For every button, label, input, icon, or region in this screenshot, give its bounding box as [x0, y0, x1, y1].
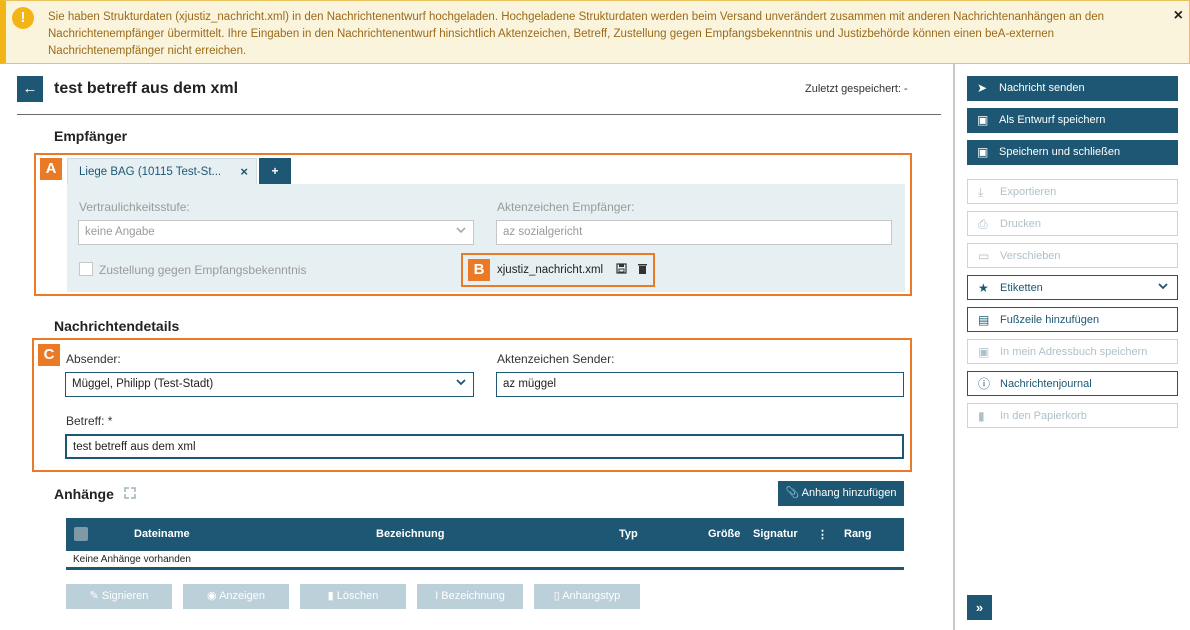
recipient-ref-label: Aktenzeichen Empfänger: [497, 200, 635, 214]
sender-ref-label: Aktenzeichen Sender: [497, 352, 615, 366]
tag-icon: ★ [978, 281, 989, 295]
last-saved-text: Zuletzt gespeichert: - [805, 83, 908, 95]
send-message-button[interactable]: ➤ Nachricht senden [967, 76, 1178, 101]
save-and-close-button[interactable]: ▣ Speichern und schließen [967, 140, 1178, 165]
callout-label-c: C [38, 344, 60, 366]
exclamation-icon: ! [12, 7, 34, 29]
column-header[interactable]: Signatur [753, 528, 798, 540]
warning-text: Sie haben Strukturdaten (xjustiz_nachric… [48, 11, 1105, 57]
page-title: test betreff aus dem xml [54, 80, 239, 97]
callout-label-a: A [40, 158, 62, 180]
attachments-heading: Anhänge [54, 486, 114, 502]
document-icon: ▤ [978, 313, 990, 327]
attachments-table-header: Dateiname Bezeichnung Typ Größe Signatur… [66, 518, 904, 551]
add-recipient-button[interactable]: + [259, 158, 291, 184]
warning-banner: ! Sie haben Strukturdaten (xjustiz_nachr… [0, 0, 1190, 64]
folder-icon: ▭ [978, 249, 990, 263]
receipt-checkbox [79, 262, 93, 276]
printer-icon: ⎙ [978, 217, 988, 231]
sender-value: Müggel, Philipp (Test-Stadt) [72, 378, 214, 390]
confidentiality-label: Vertraulichkeitsstufe: [79, 200, 190, 214]
sender-ref-value: az müggel [503, 378, 557, 390]
move-button: ▭ Verschieben [967, 243, 1178, 268]
column-menu-icon[interactable]: ⋮ [817, 528, 828, 541]
sender-ref-field[interactable]: az müggel [496, 372, 904, 397]
recipient-ref-field: az sozialgericht [496, 220, 892, 245]
back-button[interactable]: ← [17, 76, 43, 102]
floppy-disk-icon: ▣ [977, 113, 989, 127]
sender-select[interactable]: Müggel, Philipp (Test-Stadt) [65, 372, 474, 397]
confidentiality-value: keine Angabe [85, 226, 155, 238]
paperclip-icon: 📎 [785, 487, 802, 499]
add-attachment-label: Anhang hinzufügen [801, 487, 897, 499]
add-attachment-button[interactable]: 📎 Anhang hinzufügen [778, 481, 904, 506]
save-draft-button[interactable]: ▣ Als Entwurf speichern [967, 108, 1178, 133]
column-header[interactable]: Größe [708, 528, 740, 540]
subject-field[interactable]: test betreff aus dem xml [65, 434, 904, 459]
column-header[interactable]: Dateiname [134, 528, 190, 540]
callout-label-b: B [468, 259, 490, 281]
xml-file-name[interactable]: xjustiz_nachricht.xml [497, 264, 603, 276]
recipients-heading: Empfänger [54, 128, 128, 144]
title-divider [17, 114, 941, 115]
chevron-down-icon [455, 376, 467, 391]
message-journal-button[interactable]: ⓘ Nachrichtenjournal [967, 371, 1178, 396]
info-icon: ⓘ [978, 377, 991, 391]
address-book-icon: ▣ [978, 345, 990, 359]
move-to-trash-button: ▮ In den Papierkorb [967, 403, 1178, 428]
recipient-tab-label: Liege BAG (10115 Test-St... [79, 166, 222, 178]
chevron-down-icon [455, 224, 467, 239]
trash-icon[interactable] [637, 263, 648, 277]
receipt-checkbox-label: Zustellung gegen Empfangsbekenntnis [99, 263, 307, 277]
table-bottom-rule [66, 567, 904, 570]
expand-icon[interactable] [124, 487, 136, 502]
column-header[interactable]: Bezeichnung [376, 528, 444, 540]
select-all-checkbox[interactable] [74, 527, 88, 541]
save-file-icon[interactable] [616, 263, 627, 277]
empty-table-text: Keine Anhänge vorhanden [73, 554, 191, 565]
recipient-ref-placeholder: az sozialgericht [503, 226, 583, 238]
attachment-type-button: ▯ Anhangstyp [534, 584, 640, 609]
sender-label: Absender: [66, 352, 121, 366]
column-header[interactable]: Typ [619, 528, 638, 540]
delete-button: ▮ Löschen [300, 584, 406, 609]
subject-label: Betreff: * [66, 414, 113, 428]
view-button: ◉ Anzeigen [183, 584, 289, 609]
add-footer-button[interactable]: ▤ Fußzeile hinzufügen [967, 307, 1178, 332]
paper-plane-icon: ➤ [977, 81, 988, 95]
column-header[interactable]: Rang [844, 528, 872, 540]
expand-sidebar-button[interactable]: » [967, 595, 992, 620]
description-button: I Bezeichnung [417, 584, 523, 609]
trash-icon: ▮ [978, 409, 985, 423]
close-icon[interactable]: × [240, 164, 248, 179]
download-icon: ⤓ [978, 185, 984, 199]
save-close-icon: ▣ [977, 145, 989, 159]
confidentiality-select: keine Angabe [78, 220, 474, 245]
export-button: ⤓ Exportieren [967, 179, 1178, 204]
subject-value: test betreff aus dem xml [73, 441, 196, 453]
labels-dropdown[interactable]: ★ Etiketten [967, 275, 1178, 300]
print-button: ⎙ Drucken [967, 211, 1178, 236]
chevron-down-icon [1157, 276, 1169, 301]
close-icon[interactable]: × [1174, 7, 1183, 25]
sign-button: ✎ Signieren [66, 584, 172, 609]
save-to-address-book-button: ▣ In mein Adressbuch speichern [967, 339, 1178, 364]
recipient-tab[interactable]: Liege BAG (10115 Test-St... × [67, 158, 257, 184]
details-heading: Nachrichtendetails [54, 318, 180, 334]
